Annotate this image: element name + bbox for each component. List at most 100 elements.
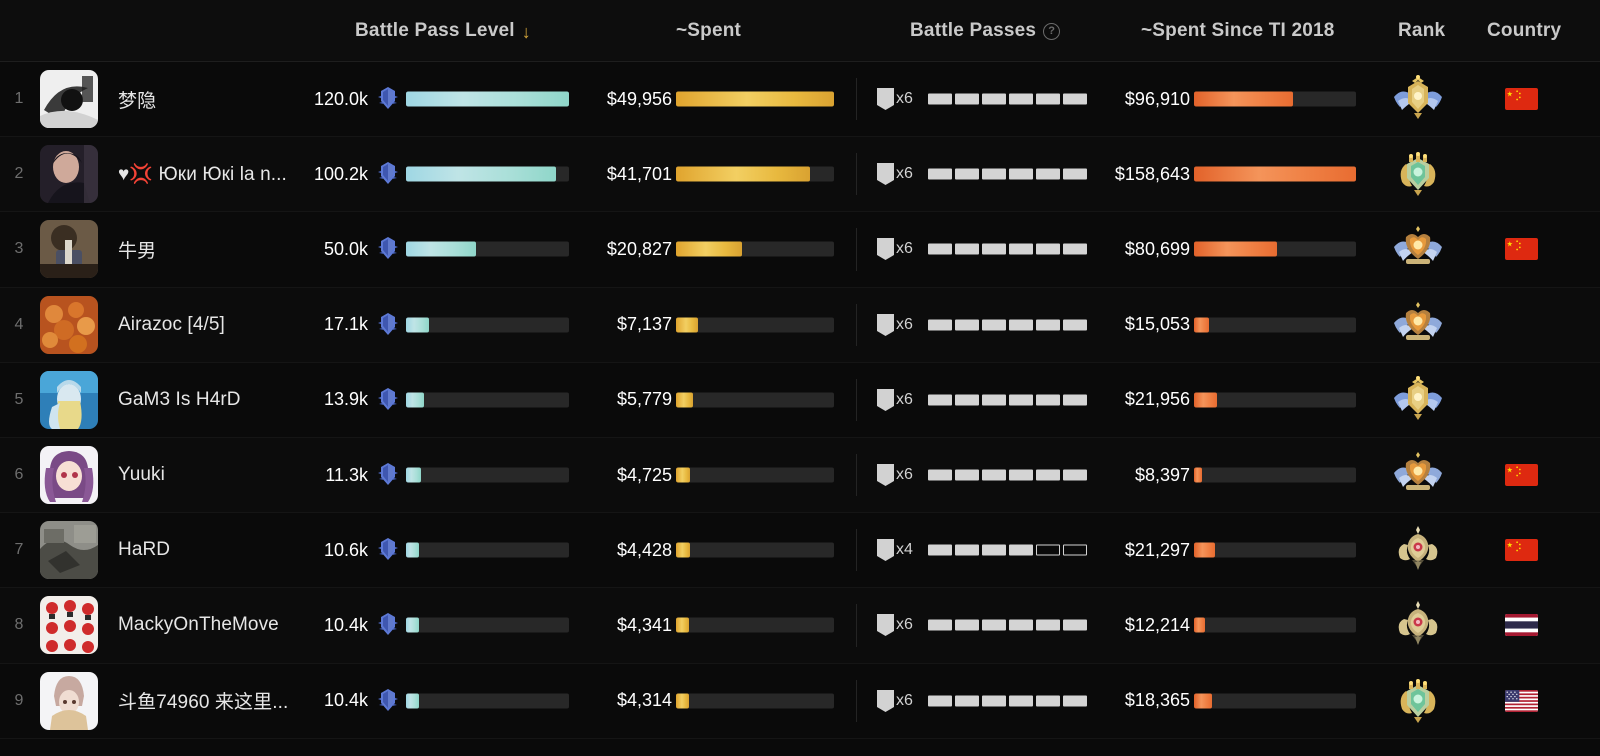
battle-pass-shield-icon (376, 161, 400, 187)
battle-pass-count: x6 (896, 240, 913, 258)
spent-since-ti-bar-fill (1194, 317, 1209, 332)
avatar[interactable] (40, 446, 98, 504)
rank-medal[interactable] (1392, 677, 1444, 725)
column-divider (856, 379, 857, 421)
battle-pass-shield-icon (376, 236, 400, 262)
avatar[interactable] (40, 371, 98, 429)
sort-descending-icon[interactable]: ↓ (522, 23, 531, 41)
battle-pass-shield-icon (376, 387, 400, 413)
battle-pass-level-value: 10.4k (268, 690, 368, 711)
table-row[interactable]: 5 GaM3 Is H4rD 13.9k $5,779 x6 $21,956 (0, 363, 1600, 438)
row-rank-number: 7 (8, 541, 30, 559)
spent-since-ti-bar-fill (1194, 167, 1356, 182)
battle-pass-segment (1009, 244, 1033, 255)
spent-value: $7,137 (560, 314, 672, 335)
country-flag (1505, 539, 1538, 561)
spent-bar-track (676, 317, 834, 332)
battle-pass-level-value: 10.6k (268, 540, 368, 561)
battle-pass-segment (928, 545, 952, 556)
table-row[interactable]: 3 牛男 50.0k $20,827 x6 $80,699 (0, 212, 1600, 287)
column-header-rank[interactable]: Rank (1398, 20, 1445, 42)
battle-pass-level-bar-fill (406, 618, 419, 633)
spent-since-ti-bar-fill (1194, 618, 1205, 633)
avatar[interactable] (40, 672, 98, 730)
column-header-battle-passes[interactable]: Battle Passes ? (910, 20, 1060, 42)
spent-bar-track (676, 543, 834, 558)
battle-pass-segment (1009, 470, 1033, 481)
spent-bar-track (676, 92, 834, 107)
avatar[interactable] (40, 521, 98, 579)
spent-value: $20,827 (560, 239, 672, 260)
spent-bar-track (676, 618, 834, 633)
spent-since-ti-bar-track (1194, 317, 1356, 332)
rank-medal[interactable] (1392, 376, 1444, 424)
country-flag (1505, 464, 1538, 486)
spent-value: $4,341 (560, 615, 672, 636)
column-header-spent[interactable]: ~Spent (676, 20, 741, 42)
column-divider (856, 228, 857, 270)
column-divider (856, 680, 857, 722)
rank-medal[interactable] (1392, 150, 1444, 198)
country-flag (1505, 389, 1538, 411)
column-divider (856, 153, 857, 195)
battle-pass-segments (928, 620, 1087, 631)
battle-pass-level-bar-fill (406, 468, 421, 483)
battle-pass-segment (982, 545, 1006, 556)
country-flag (1505, 88, 1538, 110)
column-header-spent-since-ti-2018[interactable]: ~Spent Since TI 2018 (1141, 20, 1335, 42)
avatar[interactable] (40, 220, 98, 278)
table-row[interactable]: 1 梦隐 120.0k $49,956 x6 $96,910 (0, 62, 1600, 137)
battle-pass-segment (982, 244, 1006, 255)
help-icon[interactable]: ? (1043, 23, 1060, 40)
spent-bar-track (676, 693, 834, 708)
battle-pass-shield-icon (376, 537, 400, 563)
spent-since-ti-value: $21,956 (1075, 389, 1190, 410)
row-rank-number: 2 (8, 165, 30, 183)
table-row[interactable]: 9 斗鱼74960 来这里... 10.4k $4,314 x6 $18,365 (0, 664, 1600, 739)
row-rank-number: 6 (8, 466, 30, 484)
battle-pass-banner-icon (876, 613, 895, 637)
rank-medal[interactable] (1392, 225, 1444, 273)
battle-pass-segment (1009, 620, 1033, 631)
avatar[interactable] (40, 145, 98, 203)
spent-bar-track (676, 167, 834, 182)
table-row[interactable]: 2 ♥💢 Юки Юкi la n... 100.2k $41,701 x6 $… (0, 137, 1600, 212)
table-row[interactable]: 7 HaRD 10.6k $4,428 x4 $21,297 (0, 513, 1600, 588)
rank-medal[interactable] (1392, 601, 1444, 649)
spent-bar-track (676, 468, 834, 483)
battle-pass-segment (928, 319, 952, 330)
avatar[interactable] (40, 596, 98, 654)
rank-medal[interactable] (1392, 526, 1444, 574)
spent-since-ti-bar-fill (1194, 92, 1293, 107)
battle-pass-count: x6 (896, 466, 913, 484)
column-divider (856, 604, 857, 646)
spent-bar-fill (676, 167, 810, 182)
row-rank-number: 3 (8, 240, 30, 258)
spent-bar-track (676, 242, 834, 257)
battle-pass-segment (1036, 94, 1060, 105)
avatar[interactable] (40, 70, 98, 128)
spent-since-ti-bar-track (1194, 392, 1356, 407)
battle-pass-level-bar-track (406, 242, 569, 257)
rank-medal[interactable] (1392, 301, 1444, 349)
rank-medal[interactable] (1392, 451, 1444, 499)
column-header-country[interactable]: Country (1487, 20, 1561, 42)
battle-pass-level-bar-track (406, 543, 569, 558)
table-row[interactable]: 6 Yuuki 11.3k $4,725 x6 $8,397 (0, 438, 1600, 513)
battle-pass-segment (982, 620, 1006, 631)
avatar[interactable] (40, 296, 98, 354)
table-row[interactable]: 8 MackyOnTheMove 10.4k $4,341 x6 $12,214 (0, 588, 1600, 663)
row-rank-number: 5 (8, 391, 30, 409)
battle-pass-count: x6 (896, 316, 913, 334)
table-row[interactable]: 4 Airazoc [4/5] 17.1k $7,137 x6 $15,053 (0, 288, 1600, 363)
battle-pass-banner-icon (876, 388, 895, 412)
spent-value: $4,725 (560, 465, 672, 486)
column-header-label: Country (1487, 20, 1561, 42)
column-header-label: Rank (1398, 20, 1445, 42)
column-header-battle-pass-level[interactable]: Battle Pass Level ↓ (355, 20, 531, 42)
battle-pass-segments (928, 695, 1087, 706)
spent-since-ti-value: $21,297 (1075, 540, 1190, 561)
rank-medal[interactable] (1392, 75, 1444, 123)
row-rank-number: 9 (8, 692, 30, 710)
battle-pass-count: x6 (896, 165, 913, 183)
